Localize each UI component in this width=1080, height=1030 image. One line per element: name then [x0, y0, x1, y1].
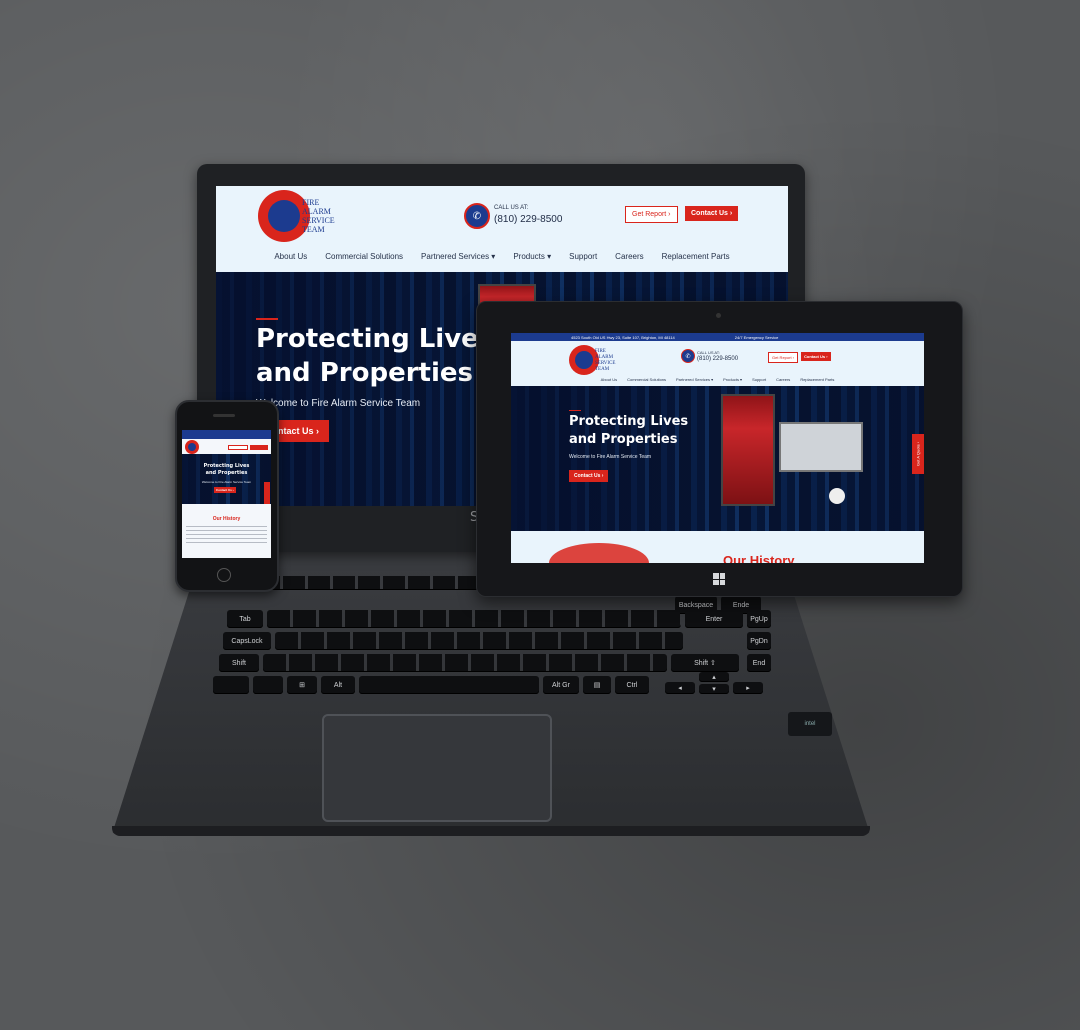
phone-hero-subtitle: Welcome to Fire Alarm Service Team: [201, 480, 252, 484]
tablet-phone-number[interactable]: (810) 229-8500: [697, 356, 738, 362]
phone-home-button[interactable]: [217, 568, 231, 582]
contact-us-button[interactable]: Contact Us ›: [685, 206, 739, 221]
arrow-down-key: ▾: [699, 684, 729, 694]
nav-partnered-services[interactable]: Partnered Services ▾: [412, 252, 504, 270]
windows-logo-icon[interactable]: [713, 573, 725, 585]
tablet-hero-contact-button[interactable]: Contact Us ›: [569, 470, 609, 482]
site-logo-text: FIRE ALARM SERVICE TEAM: [302, 198, 335, 234]
tablet-monitor-image: [779, 422, 863, 472]
hero-accent-line: [256, 318, 278, 320]
right-shift-key: Shift ⇧: [671, 654, 739, 672]
tablet-nav-products[interactable]: Products ▾: [718, 377, 747, 382]
tablet-hero-title-line1: Protecting Lives: [569, 414, 689, 429]
ctrl-right-key: Ctrl: [615, 676, 649, 694]
tablet-topbar: 4523 South Old US Hwy 23, Suite 107, Bri…: [511, 333, 924, 341]
alt-key: Alt: [321, 676, 355, 694]
phone-hero-title-line1: Protecting Lives: [203, 463, 250, 469]
enter-key: Enter: [685, 610, 743, 628]
nav-careers[interactable]: Careers: [606, 252, 652, 270]
windows-key: ⊞: [287, 676, 317, 694]
tablet-nav-careers[interactable]: Careers: [771, 377, 795, 382]
nav-commercial-solutions[interactable]: Commercial Solutions: [316, 252, 412, 270]
main-nav: About Us Commercial Solutions Partnered …: [216, 252, 788, 270]
end-key: End: [747, 654, 771, 672]
phone-history-text: [186, 526, 267, 546]
site-header: FIRE ALARM SERVICE TEAM ✆ CALL US AT: (8…: [216, 186, 788, 256]
get-report-button[interactable]: Get Report ›: [625, 206, 678, 223]
arrow-left-key: ◂: [665, 682, 695, 694]
tablet-phone-icon[interactable]: ✆: [681, 349, 695, 363]
pgup-key: PgUp: [747, 610, 771, 628]
tablet-address: 4523 South Old US Hwy 23, Suite 107, Bri…: [571, 334, 675, 340]
phone-speaker: [213, 414, 235, 417]
laptop-trackpad: [322, 714, 552, 822]
phone-icon[interactable]: ✆: [464, 203, 490, 229]
nav-support[interactable]: Support: [560, 252, 606, 270]
capslock-key: CapsLock: [223, 632, 271, 650]
tablet-call-label: CALL US AT:: [697, 350, 720, 355]
hero-title-line1: Protecting Lives: [256, 324, 495, 354]
call-label: CALL US AT:: [494, 205, 529, 211]
tablet-history-image: [549, 543, 649, 563]
phone-hero-contact-button[interactable]: Contact Us ›: [214, 487, 236, 493]
pgdn-key: PgDn: [747, 632, 771, 650]
tablet-hero-title-line2: and Properties: [569, 432, 678, 447]
phone-get-report-button[interactable]: [228, 445, 248, 450]
tablet-hero: Protecting Lives and Properties Welcome …: [511, 386, 924, 531]
phone-site-logo[interactable]: [185, 440, 199, 454]
phone-history-heading: Our History: [212, 516, 241, 522]
spacebar-key: [359, 676, 539, 694]
asdf-row: [275, 632, 683, 650]
tab-key: Tab: [227, 610, 263, 628]
nav-products[interactable]: Products ▾: [504, 252, 560, 270]
tablet-hero-subtitle: Welcome to Fire Alarm Service Team: [569, 454, 652, 460]
arrow-right-key: ▸: [733, 682, 763, 694]
tablet-alarm-panel-image: [721, 394, 775, 506]
qwerty-row: [267, 610, 681, 628]
intel-sticker: intel: [788, 712, 832, 736]
tablet-nav-partnered[interactable]: Partnered Services ▾: [671, 377, 718, 382]
tablet-nav-commercial[interactable]: Commercial Solutions: [622, 377, 671, 382]
tablet-nav-replacement[interactable]: Replacement Parts: [795, 377, 839, 382]
tablet-hero-accent: [569, 410, 581, 411]
hero-subtitle: Welcome to Fire Alarm Service Team: [256, 398, 421, 409]
left-shift-key: Shift: [219, 654, 259, 672]
tablet-history-heading: Our History: [723, 553, 795, 563]
nav-replacement-parts[interactable]: Replacement Parts: [653, 252, 739, 270]
tablet-camera: [716, 313, 721, 318]
ctrl-left-key: [213, 676, 249, 694]
phone-number-link[interactable]: (810) 229-8500: [494, 214, 562, 225]
tablet-logo-text: FIRE ALARM SERVICE TEAM: [595, 349, 616, 372]
tablet-nav: About Us Commercial Solutions Partnered …: [511, 377, 924, 382]
tablet-smoke-detector-image: [829, 488, 845, 504]
altgr-key: Alt Gr: [543, 676, 579, 694]
tablet-get-report-button[interactable]: Get Report ›: [768, 352, 799, 363]
phone-quote-tab[interactable]: [264, 482, 270, 504]
phone-contact-button[interactable]: [250, 445, 268, 450]
tablet-emergency: 24/7 Emergency Service: [734, 334, 779, 340]
phone-hero: Protecting Lives and Properties Welcome …: [182, 454, 271, 504]
tablet-nav-support[interactable]: Support: [747, 377, 771, 382]
zxcv-row: [263, 654, 667, 672]
fn-key: [253, 676, 283, 694]
tablet-contact-button[interactable]: Contact Us ›: [801, 352, 831, 361]
phone-screen: Protecting Lives and Properties Welcome …: [182, 430, 271, 558]
arrow-up-key: ▴: [699, 672, 729, 682]
tablet-quote-tab[interactable]: Get A Quote ›: [912, 434, 924, 474]
phone-hero-title-line2: and Properties: [205, 470, 248, 476]
tablet-nav-about[interactable]: About Us: [596, 377, 622, 382]
phone-topbar: [182, 430, 271, 439]
menu-key: ▤: [583, 676, 611, 694]
laptop-front-edge: [112, 826, 870, 836]
phone-hero-title: Protecting Lives and Properties: [182, 463, 271, 477]
hero-title-line2: and Properties: [256, 358, 473, 388]
tablet-screen: 4523 South Old US Hwy 23, Suite 107, Bri…: [511, 333, 924, 563]
nav-about-us[interactable]: About Us: [265, 252, 316, 270]
